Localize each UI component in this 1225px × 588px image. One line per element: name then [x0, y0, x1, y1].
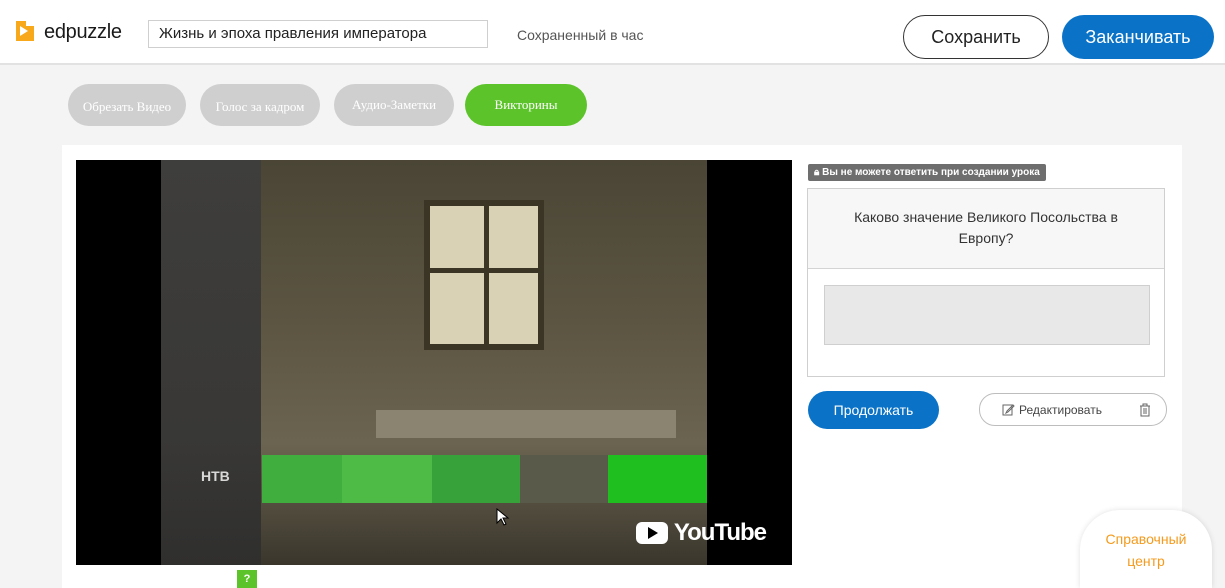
edit-icon	[1002, 404, 1015, 416]
question-text: Каково значение Великого Посольства в Ев…	[808, 189, 1164, 269]
finish-button[interactable]: Заканчивать	[1062, 15, 1214, 59]
top-header: edpuzzle Жизнь и эпоха правления императ…	[0, 0, 1225, 65]
tab-audio-notes[interactable]: Аудио-Заметки	[334, 84, 454, 126]
tab-quizzes[interactable]: Викторины	[465, 84, 587, 126]
continue-button[interactable]: Продолжать	[808, 391, 939, 429]
help-center-button[interactable]: Справочный центр	[1080, 510, 1212, 588]
answer-textarea[interactable]	[824, 285, 1150, 345]
timeline-question-marker[interactable]: ?	[237, 570, 257, 588]
app-frame: edpuzzle Жизнь и эпоха правления императ…	[0, 0, 1225, 588]
video-green-banner	[262, 455, 707, 503]
video-desk-image	[376, 410, 676, 438]
brand-name: edpuzzle	[44, 21, 122, 43]
help-center-line1: Справочный	[1105, 531, 1187, 547]
delete-question-button[interactable]	[1124, 393, 1167, 426]
youtube-play-icon	[635, 522, 668, 544]
edpuzzle-logo-icon	[16, 21, 34, 41]
video-window-image	[424, 200, 544, 350]
video-overlay-strip	[161, 160, 261, 565]
question-panel: Каково значение Великого Посольства в Ев…	[807, 188, 1165, 377]
trash-icon	[1140, 403, 1150, 416]
edit-label: Редактировать	[1019, 402, 1102, 417]
lock-notice-badge: 🔒︎ Вы не можете ответить при создании ур…	[808, 164, 1046, 181]
save-button[interactable]: Сохранить	[903, 15, 1049, 59]
tab-voiceover[interactable]: Голос за кадром	[200, 84, 320, 126]
channel-logo: НТВ	[201, 468, 230, 484]
save-status: Сохраненный в час	[517, 27, 644, 43]
lock-icon: 🔒︎	[814, 167, 820, 178]
help-center-line2: центр	[1127, 553, 1165, 569]
youtube-watermark[interactable]: YouTube	[635, 519, 767, 547]
lock-notice-text: Вы не можете ответить при создании урока	[822, 167, 1040, 178]
video-player[interactable]: НТВ YouTube	[76, 160, 792, 565]
mouse-cursor-icon	[496, 508, 510, 526]
lesson-title-input[interactable]: Жизнь и эпоха правления императора	[148, 20, 488, 48]
edit-question-button[interactable]: Редактировать	[979, 393, 1125, 426]
tab-cut-video[interactable]: Обрезать Видео	[68, 84, 186, 126]
youtube-label: YouTube	[673, 519, 767, 546]
